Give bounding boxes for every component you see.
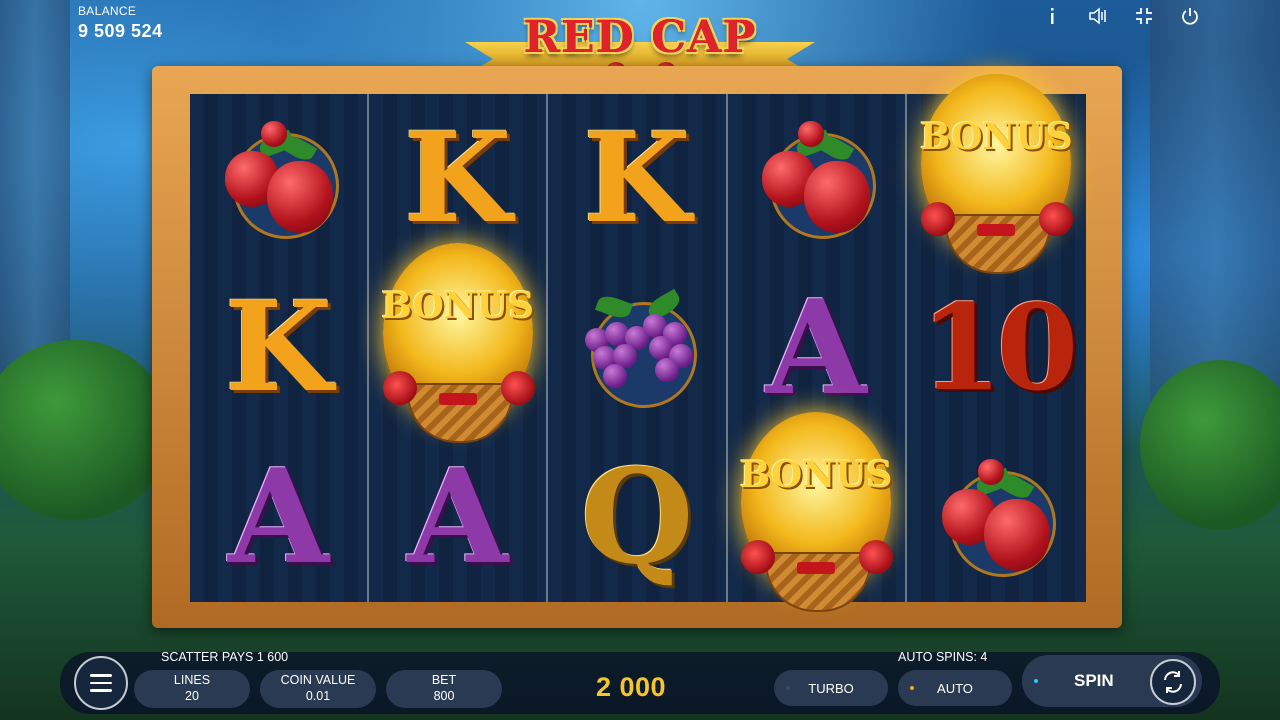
symbol-a: A: [407, 439, 509, 593]
menu-button[interactable]: [74, 656, 128, 710]
bet-value: 800: [433, 689, 455, 703]
logo-text: RED CAP: [523, 12, 757, 63]
fullscreen-icon[interactable]: [1134, 6, 1154, 26]
symbol-10: 10: [920, 277, 1078, 417]
turbo-label: TURBO: [808, 680, 854, 696]
spin-icon[interactable]: [1150, 659, 1196, 705]
reel-frame: K A K BONUS A K Q A BONUS BONUS 10: [152, 66, 1122, 628]
symbol-k: K: [403, 105, 512, 251]
reel-grid: K A K BONUS A K Q A BONUS BONUS 10: [190, 73, 1086, 612]
reel-5: BONUS 10: [906, 73, 1086, 602]
symbol-strawberry: [907, 432, 1086, 601]
symbol-bonus: BONUS: [728, 411, 905, 612]
symbol-bonus: BONUS: [907, 73, 1086, 274]
turbo-toggle[interactable]: TURBO: [774, 670, 888, 706]
top-toolbar: [1042, 6, 1200, 26]
turbo-indicator: [786, 686, 790, 690]
rose-icon: [859, 539, 894, 574]
spin-button[interactable]: SPIN: [1022, 655, 1202, 707]
balance-label: BALANCE: [78, 4, 137, 18]
coin-value-label: COIN VALUE: [280, 673, 356, 688]
symbol-strawberry: [728, 94, 905, 263]
lines-label: LINES: [173, 673, 211, 688]
symbol-bonus: BONUS: [369, 242, 546, 443]
lines-selector[interactable]: LINES 20: [134, 670, 250, 708]
info-icon[interactable]: [1042, 6, 1062, 26]
auto-spins-counter: AUTO SPINS: 4: [898, 650, 988, 664]
symbol-grapes: [548, 263, 725, 432]
rose-icon: [1039, 201, 1074, 236]
scatter-pays-text: SCATTER PAYS 1 600: [161, 650, 289, 664]
symbol-k: K: [224, 274, 333, 420]
rose-icon: [741, 539, 776, 574]
reel-4: A BONUS: [727, 94, 907, 612]
coin-value-selector[interactable]: COIN VALUE 0.01: [260, 670, 376, 708]
auto-toggle[interactable]: AUTO: [898, 670, 1012, 706]
spin-label: SPIN: [1074, 671, 1114, 690]
rose-icon: [921, 201, 956, 236]
reel-3: K Q: [548, 94, 728, 602]
win-amount: 2 000: [596, 672, 667, 702]
lines-value: 20: [185, 689, 199, 703]
bet-selector[interactable]: BET 800: [386, 670, 502, 708]
balance-display: BALANCE 9 509 524: [78, 4, 163, 42]
reel-2: K BONUS A: [369, 94, 549, 602]
bonus-text: BONUS: [381, 284, 535, 327]
power-icon[interactable]: [1180, 6, 1200, 26]
reel-1: K A: [190, 94, 370, 602]
rose-icon: [382, 370, 417, 405]
symbol-a: A: [765, 270, 867, 424]
sound-icon[interactable]: [1088, 6, 1108, 26]
symbol-strawberry: [190, 94, 367, 263]
spin-indicator: [1034, 679, 1038, 683]
balance-value: 9 509 524: [78, 21, 163, 41]
bush-right: [1140, 360, 1280, 530]
symbol-k: K: [583, 105, 691, 251]
symbol-a: A: [228, 439, 330, 593]
auto-indicator: [910, 686, 914, 690]
symbol-q: Q: [580, 439, 694, 593]
bet-label: BET: [431, 673, 457, 688]
menu-icon: [90, 674, 112, 677]
bush-left: [0, 340, 170, 520]
coin-value-value: 0.01: [305, 689, 331, 703]
rose-icon: [500, 370, 535, 405]
auto-label: AUTO: [937, 680, 973, 696]
bonus-text: BONUS: [739, 453, 893, 496]
bonus-text: BONUS: [920, 115, 1073, 158]
basket-icon: [765, 551, 872, 612]
